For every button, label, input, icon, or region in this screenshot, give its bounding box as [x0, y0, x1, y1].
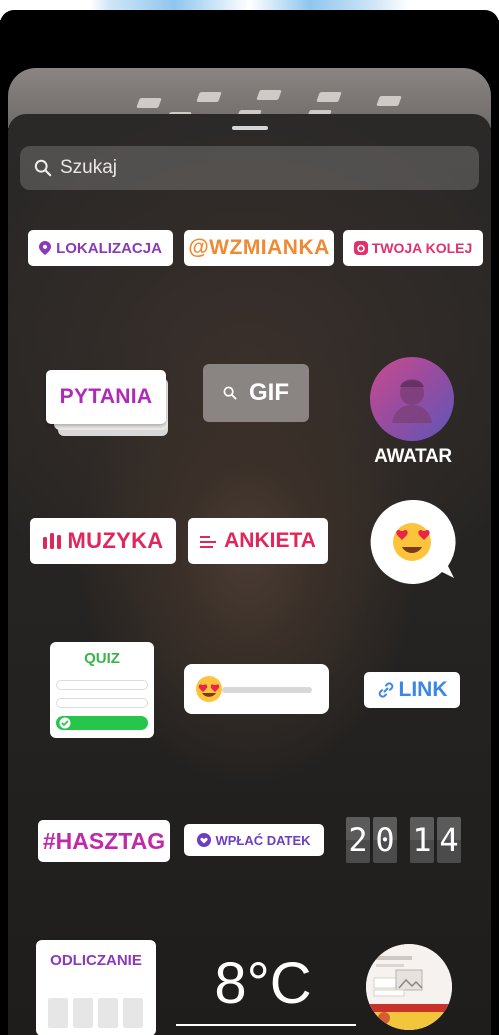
minute-ones-digit: 4 — [437, 817, 461, 863]
heart-eyes-emoji-icon — [370, 499, 456, 584]
check-icon — [59, 717, 71, 729]
gif-label: GIF — [249, 379, 289, 406]
countdown-label: ODLICZANIE — [50, 952, 142, 969]
link-sticker[interactable]: LINK — [364, 672, 460, 708]
countdown-box — [73, 998, 93, 1028]
countdown-box — [98, 998, 118, 1028]
slider-track — [222, 687, 312, 693]
camera-icon — [353, 241, 368, 255]
quiz-option — [56, 698, 148, 708]
music-bars-icon — [42, 533, 61, 549]
emoji-slider-bubble[interactable] — [370, 499, 456, 584]
gif-sticker[interactable]: GIF — [203, 364, 309, 422]
location-sticker[interactable]: LOKALIZACJA — [28, 230, 173, 266]
link-label: LINK — [398, 678, 448, 701]
search-placeholder: Szukaj — [60, 157, 118, 178]
temperature-underline — [176, 1024, 356, 1026]
hashtag-label: #HASZTAG — [42, 827, 166, 854]
photo-thumbnail-icon — [366, 944, 452, 1030]
hour-ones-digit: 0 — [373, 817, 397, 863]
your-turn-label: TWOJA KOLEJ — [371, 240, 473, 256]
donate-label: WPŁAĆ DATEK — [215, 832, 311, 848]
sticker-tray: Szukaj LOKALIZACJA @WZMIANKA TWOJA KOLEJ… — [8, 114, 491, 1035]
music-label: MUZYKA — [67, 528, 164, 553]
countdown-box — [123, 998, 143, 1028]
temperature-sticker[interactable]: 8°C — [168, 934, 358, 1034]
your-turn-sticker[interactable]: TWOJA KOLEJ — [343, 230, 483, 266]
quiz-label: QUIZ — [84, 650, 120, 667]
hashtag-sticker[interactable]: #HASZTAG — [38, 820, 170, 862]
countdown-sticker[interactable]: ODLICZANIE — [36, 940, 156, 1035]
minute-tens-digit: 1 — [410, 817, 434, 863]
quiz-sticker[interactable]: QUIZ — [50, 642, 154, 738]
mention-label: @WZMIANKA — [188, 236, 330, 259]
location-pin-icon — [39, 241, 52, 255]
countdown-box — [48, 998, 68, 1028]
quiz-correct-option — [56, 716, 148, 730]
music-sticker[interactable]: MUZYKA — [30, 518, 176, 564]
location-label: LOKALIZACJA — [56, 239, 162, 257]
avatar-sticker[interactable] — [370, 357, 454, 441]
search-icon — [223, 386, 237, 400]
time-sticker[interactable]: 2 0 1 4 20 14 — [346, 817, 464, 863]
link-icon — [378, 682, 393, 698]
poll-sticker[interactable]: ANKIETA — [188, 518, 328, 564]
poll-label: ANKIETA — [224, 529, 316, 552]
photo-sticker[interactable] — [366, 944, 452, 1030]
heart-eyes-emoji-icon — [196, 676, 222, 702]
heart-icon — [197, 833, 212, 847]
mention-sticker[interactable]: @WZMIANKA — [184, 230, 334, 266]
quiz-option — [56, 680, 148, 690]
poll-lines-icon — [200, 536, 217, 548]
questions-label: PYTANIA — [59, 385, 153, 408]
avatar-label: AWATAR — [374, 446, 452, 467]
hour-tens-digit: 2 — [346, 817, 370, 863]
search-icon — [34, 159, 52, 177]
donate-sticker[interactable]: WPŁAĆ DATEK — [184, 824, 324, 856]
search-bar[interactable]: Szukaj — [20, 146, 479, 190]
questions-sticker[interactable]: PYTANIA — [46, 370, 166, 424]
avatar-silhouette-icon — [392, 379, 432, 423]
emoji-slider-sticker[interactable] — [184, 664, 329, 714]
drag-handle[interactable] — [232, 126, 268, 130]
